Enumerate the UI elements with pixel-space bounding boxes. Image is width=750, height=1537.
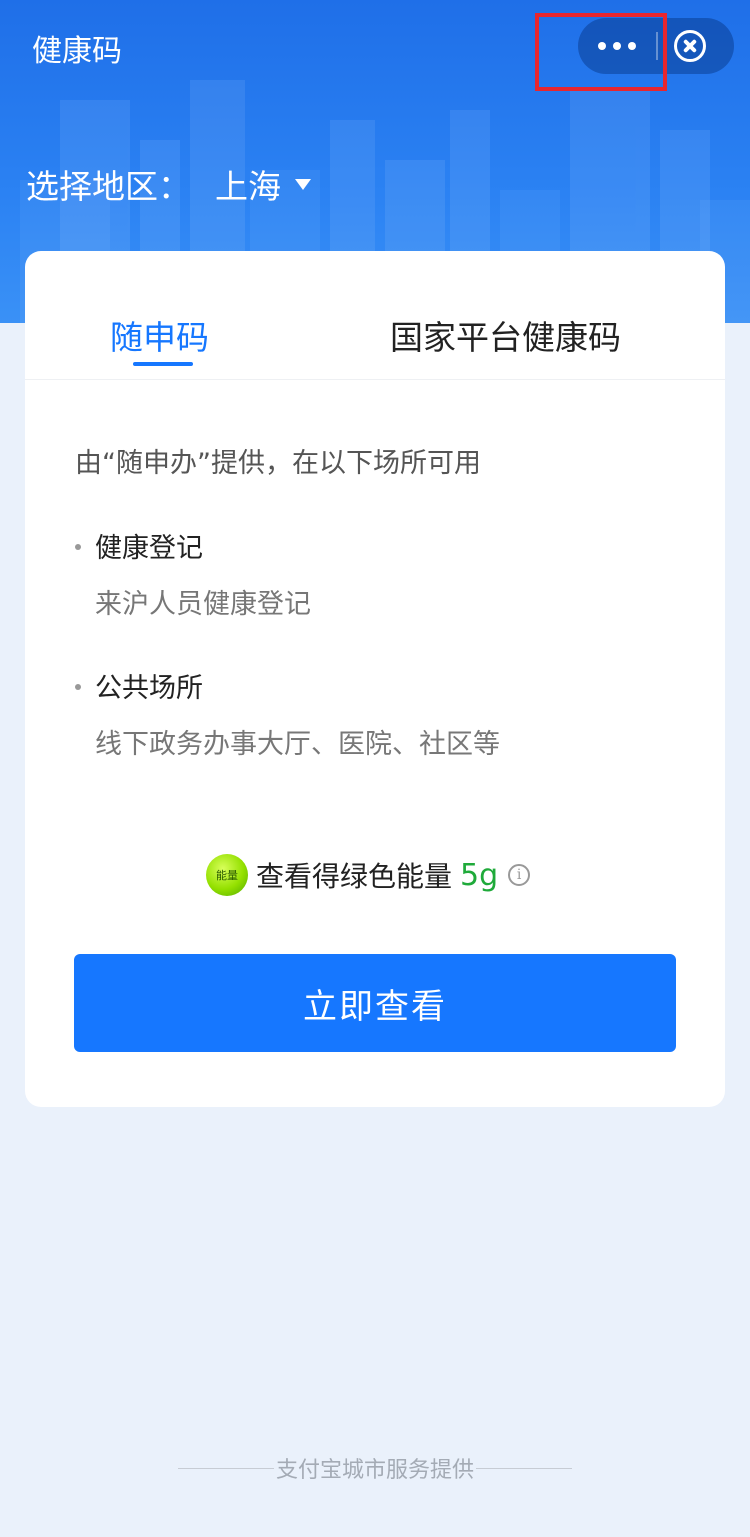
tab-suishen-code[interactable]: 随申码 [110,311,209,359]
provider-description: 由“随申办”提供，在以下场所可用 [75,448,481,479]
energy-badge-icon: 能量 [206,854,248,896]
footer-line [476,1467,572,1469]
energy-text: 查看得绿色能量 [256,860,453,893]
region-label: 选择地区： [26,167,191,206]
active-tab-indicator [133,362,193,366]
tab-national-health-code[interactable]: 国家平台健康码 [390,311,621,359]
highlight-box [535,13,667,91]
item-subtitle: 线下政务办事大厅、医院、社区等 [95,729,500,760]
region-value[interactable]: 上海 [215,160,281,208]
info-icon[interactable]: i [508,864,531,886]
dropdown-caret-icon [295,178,311,190]
footer-credit: 支付宝城市服务提供 [0,1452,750,1484]
health-code-card: 随申码 国家平台健康码 由“随申办”提供，在以下场所可用 健康登记 来沪人员健康… [25,251,725,1107]
bullet-dot [75,684,81,690]
page-title: 健康码 [32,34,122,69]
close-circle-icon[interactable] [674,30,706,62]
green-energy-reward: 能量 查看得绿色能量 5g i [206,854,531,896]
footer-line [177,1467,274,1469]
bullet-dot [75,544,81,550]
region-selector[interactable]: 选择地区： 上海 [26,160,311,208]
item-title: 健康登记 [95,533,203,564]
tab-divider [25,379,725,380]
item-subtitle: 来沪人员健康登记 [95,589,311,620]
energy-amount: 5g [460,857,499,893]
item-title: 公共场所 [95,673,203,704]
footer-text: 支付宝城市服务提供 [275,1458,474,1483]
view-now-button[interactable]: 立即查看 [74,954,676,1052]
